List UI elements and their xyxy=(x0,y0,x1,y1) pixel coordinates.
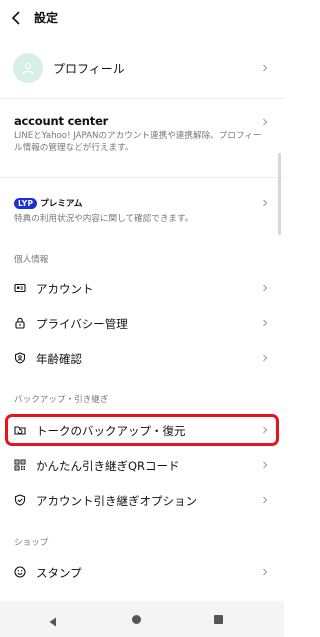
divider xyxy=(0,177,284,178)
qr-transfer-item[interactable]: かんたん引き継ぎQRコード xyxy=(0,448,284,482)
account-label: アカウント xyxy=(36,282,94,296)
chevron-right-icon xyxy=(261,199,269,207)
qr-transfer-label: かんたん引き継ぎQRコード xyxy=(36,459,180,473)
chevron-right-icon xyxy=(261,354,269,362)
profile-item[interactable]: プロフィール xyxy=(0,50,284,86)
lyp-premium-logo: LYP プレミアム xyxy=(14,197,83,209)
age-verification-label: 年齢確認 xyxy=(36,352,82,366)
shield-user-icon xyxy=(14,352,26,364)
chevron-right-icon xyxy=(261,284,269,292)
privacy-label: プライバシー管理 xyxy=(36,317,128,331)
scrollbar[interactable] xyxy=(278,153,281,235)
section-header-shop: ショップ xyxy=(14,538,49,548)
transfer-option-item[interactable]: アカウント引き継ぎオプション xyxy=(0,483,284,517)
chevron-right-icon xyxy=(261,118,269,126)
header-bar: 設定 xyxy=(0,0,284,36)
profile-label: プロフィール xyxy=(53,62,125,76)
account-center-title: account center xyxy=(14,114,109,128)
stamp-item[interactable]: スタンプ xyxy=(0,555,284,589)
account-item[interactable]: アカウント xyxy=(0,271,284,305)
age-verification-item[interactable]: 年齢確認 xyxy=(0,341,284,375)
chevron-right-icon xyxy=(261,64,269,72)
chevron-right-icon xyxy=(261,496,269,504)
system-nav-bar xyxy=(0,601,284,637)
transfer-option-label: アカウント引き継ぎオプション xyxy=(36,494,197,508)
lyp-badge-suffix: プレミアム xyxy=(40,199,83,209)
id-card-icon xyxy=(14,282,26,294)
section-header-backup: バックアップ・引き継ぎ xyxy=(14,395,109,405)
nav-home-icon[interactable] xyxy=(132,615,141,624)
highlight-box xyxy=(5,414,279,446)
back-arrow-icon[interactable] xyxy=(9,10,25,26)
page-title: 設定 xyxy=(34,11,59,25)
account-center-description: LINEとYahoo! JAPANのアカウント連携や連携解除、プロフィール情報の… xyxy=(14,131,262,153)
nav-back-icon[interactable] xyxy=(47,613,59,632)
smiley-icon xyxy=(14,566,26,578)
divider xyxy=(0,98,284,99)
shield-check-icon xyxy=(14,494,26,506)
section-header-personal: 個人情報 xyxy=(14,255,49,265)
qr-code-icon xyxy=(14,459,26,471)
chevron-right-icon xyxy=(261,461,269,469)
stamp-label: スタンプ xyxy=(36,566,82,580)
avatar-icon xyxy=(13,53,43,83)
privacy-item[interactable]: プライバシー管理 xyxy=(0,306,284,340)
chevron-right-icon xyxy=(261,319,269,327)
lock-icon xyxy=(14,317,26,329)
lyp-badge: LYP xyxy=(14,197,38,209)
chevron-right-icon xyxy=(261,568,269,576)
nav-recent-apps-icon[interactable] xyxy=(214,615,223,624)
lyp-premium-description: 特典の利用状況や内容に関して確認できます。 xyxy=(14,214,194,224)
